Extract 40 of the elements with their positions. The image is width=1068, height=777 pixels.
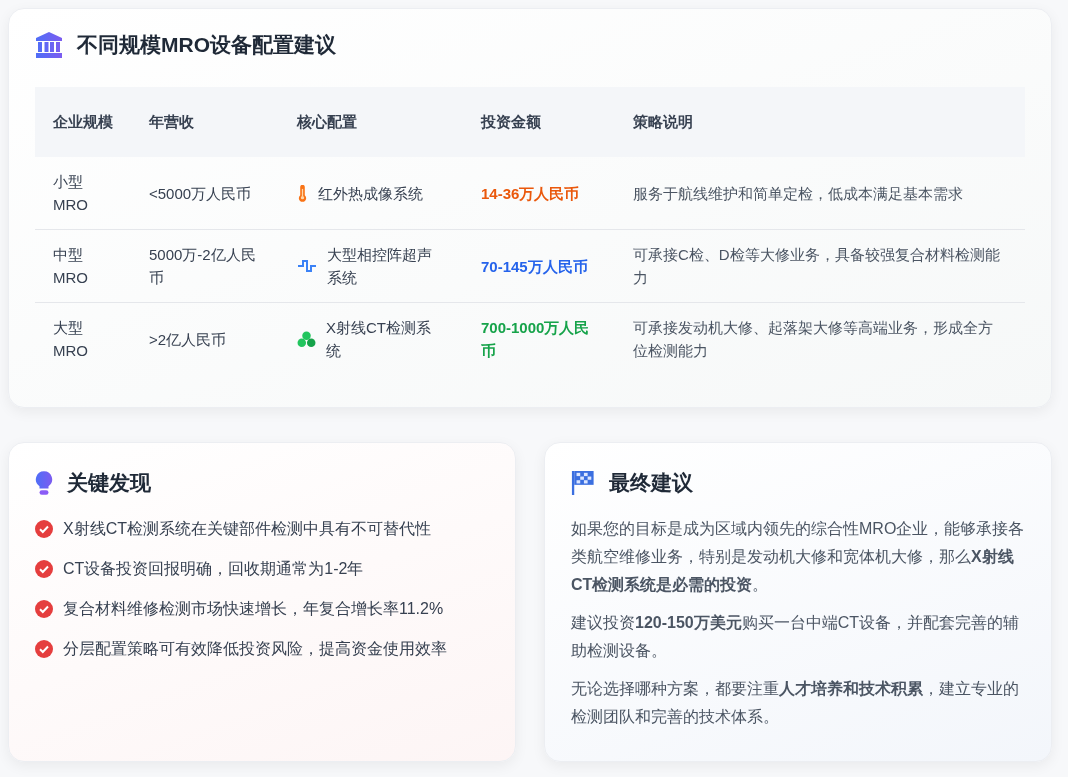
finding-text: X射线CT检测系统在关键部件检测中具有不可替代性 [63,519,431,539]
checkered-flag-icon [571,470,595,496]
investment-amount: 70-145万人民币 [481,257,588,275]
cubes-icon [297,330,316,348]
card-title: 不同规模MRO设备配置建议 [77,32,336,58]
investment-amount: 14-36万人民币 [481,184,580,202]
table-cell-text: X射线CT检测系统 [326,318,432,361]
thermometer-icon [297,184,308,202]
column-header: 企业规模 [53,112,113,130]
recommendation-paragraph: 如果您的目标是成为区域内领先的综合性MRO企业，能够承接各类航空维修业务，特别是发动机大修和宽体机大修，那么X射线CT检测系统是必需的投资。 [571,519,1025,595]
column-header: 核心配置 [297,112,357,130]
table-cell: <5000万人民币 [149,184,252,202]
investment-amount: 700-1000万人民币 [481,319,590,359]
finding-text: 分层配置策略可有效降低投资风险，提高资金使用效率 [63,639,447,659]
column-header: 年营收 [149,112,194,130]
table-cell: 大型MRO [53,319,88,359]
table-cell: 可承接C检、D检等大修业务，具备较强复合材料检测能力 [633,246,1000,286]
column-header: 策略说明 [633,112,693,130]
check-icon [35,520,53,538]
table-cell: 中型MRO [53,246,88,286]
card-title: 最终建议 [609,470,693,496]
finding-text: CT设备投资回报明确，回收期通常为1-2年 [63,559,364,579]
check-icon [35,600,53,618]
table-cell: >2亿人民币 [149,330,227,348]
recommendation-paragraph: 建议投资120-150万美元购买一台中端CT设备，并配套完善的辅助检测设备。 [571,613,1021,661]
table-cell: 5000万-2亿人民币 [149,246,256,286]
table-cell: 服务于航线维护和简单定检，低成本满足基本需求 [633,184,963,202]
table-cell-text: 大型相控阵超声系统 [327,245,433,288]
table-cell-text: 红外热成像系统 [318,183,423,204]
table-cell: 可承接发动机大修、起落架大修等高端业务，形成全方位检测能力 [633,319,993,359]
check-icon [35,640,53,658]
finding-text: 复合材料维修检测市场快速增长，年复合增长率11.2% [63,599,444,619]
column-header: 投资金额 [481,112,541,130]
table-cell: 小型MRO [53,173,88,213]
bank-icon [35,31,63,59]
recommendation-paragraph: 无论选择哪种方案，都要注重人才培养和技术积累，建立专业的检测团队和完善的技术体系。 [571,679,1020,727]
card-title: 关键发现 [67,470,151,496]
pulse-wave-icon [297,259,317,273]
lightbulb-icon [35,470,53,496]
check-icon [35,560,53,578]
